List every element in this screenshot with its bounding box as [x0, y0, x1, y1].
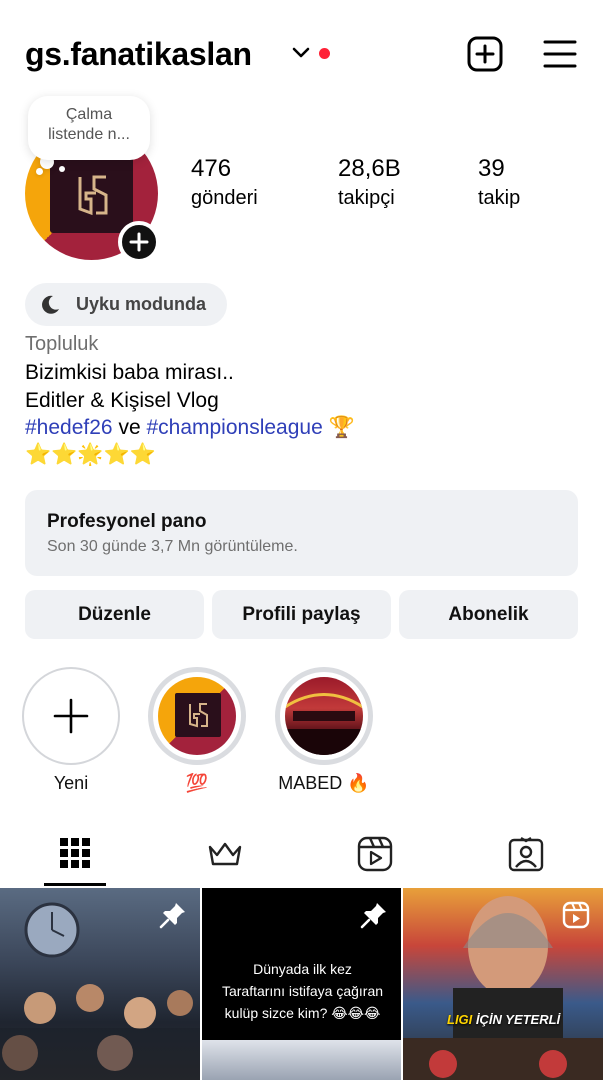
stat-posts[interactable]: 476 gönderi — [191, 155, 258, 210]
overlay-rest: İÇİN YETERLİ — [472, 1012, 561, 1027]
reels-badge-icon — [562, 901, 590, 929]
highlight-ring — [275, 667, 373, 765]
active-tab-indicator — [44, 883, 106, 886]
profile-category: Topluluk — [25, 333, 99, 355]
post-caption-overlay: Dünyada ilk kez Taraftarını istifaya çağ… — [202, 958, 401, 1024]
bio-line-3: #hedef26 ve #championsleague 🏆 — [25, 416, 355, 440]
edit-profile-button[interactable]: Düzenle — [25, 590, 204, 639]
bio-line-2: Editler & Kişisel Vlog — [25, 389, 219, 412]
stat-followers[interactable]: 28,6B takipçi — [338, 155, 401, 210]
stat-following-count: 39 — [478, 155, 505, 182]
stat-posts-label: gönderi — [191, 187, 258, 209]
highlight-label: MABED 🔥 — [278, 773, 370, 793]
tab-tagged[interactable] — [450, 827, 600, 887]
stat-followers-count: 28,6B — [338, 155, 401, 182]
status-pill[interactable]: Uyku modunda — [25, 283, 227, 326]
create-post-icon[interactable] — [467, 36, 503, 72]
bio-line-1: Bizimkisi baba mirası.. — [25, 361, 234, 384]
tab-reels[interactable] — [300, 827, 450, 887]
plus-icon — [53, 698, 89, 734]
trophy-emoji: 🏆 — [328, 416, 355, 439]
highlight-100[interactable]: 💯 — [148, 667, 246, 793]
add-story-icon[interactable] — [118, 221, 160, 263]
pin-icon — [360, 903, 386, 929]
highlight-cover — [285, 677, 363, 755]
stat-posts-count: 476 — [191, 155, 232, 182]
note-bubble[interactable]: Çalma listende n... — [28, 96, 150, 160]
post-thumbnail[interactable]: Dünyada ilk kez Taraftarını istifaya çağ… — [202, 888, 401, 1080]
caption-line: Dünyada ilk kez — [253, 961, 352, 977]
reel-overlay-text: LIGI İÇİN YETERLİ — [447, 1012, 560, 1027]
caption-line: Taraftarını istifaya çağıran — [221, 983, 384, 999]
note-tail-small — [36, 168, 43, 175]
moon-icon — [42, 295, 59, 314]
tagged-icon — [508, 836, 544, 872]
bio-stars: ⭐⭐🌟⭐⭐ — [25, 443, 156, 466]
highlight-ring — [148, 667, 246, 765]
stat-followers-label: takipçi — [338, 187, 395, 209]
pin-icon — [159, 903, 185, 929]
highlight-mabed[interactable]: MABED 🔥 — [275, 667, 373, 793]
notification-dot — [319, 48, 330, 59]
pro-dashboard-title: Profesyonel pano — [47, 511, 207, 532]
post-bottom-image — [202, 1040, 401, 1080]
new-highlight-ring — [22, 667, 120, 765]
stat-following-label: takip — [478, 187, 521, 209]
professional-dashboard[interactable]: Profesyonel pano Son 30 günde 3,7 Mn gör… — [25, 490, 578, 576]
share-profile-button[interactable]: Profili paylaş — [212, 590, 391, 639]
note-text: Çalma listende n... — [48, 106, 130, 143]
bio-connector: ve — [118, 416, 141, 439]
post-thumbnail[interactable] — [0, 888, 200, 1080]
subscription-button[interactable]: Abonelik — [399, 590, 578, 639]
hashtag-link[interactable]: #championsleague — [146, 416, 322, 439]
highlight-new[interactable]: Yeni — [22, 667, 120, 793]
hashtag-link[interactable]: #hedef26 — [25, 416, 113, 439]
username-switcher[interactable]: gs.fanatikaslan — [25, 36, 252, 73]
tab-posts[interactable] — [0, 827, 150, 887]
overlay-highlight: LIGI — [447, 1012, 473, 1027]
hamburger-menu-icon[interactable] — [543, 39, 577, 69]
pro-dashboard-subtitle: Son 30 günde 3,7 Mn görüntüleme. — [47, 538, 298, 555]
status-label: Uyku modunda — [76, 294, 207, 314]
chevron-down-icon[interactable] — [292, 46, 310, 60]
reels-icon — [357, 836, 393, 872]
highlight-cover — [158, 677, 236, 755]
tab-subscriptions[interactable] — [150, 827, 300, 887]
post-thumbnail[interactable]: LIGI İÇİN YETERLİ — [403, 888, 603, 1080]
stat-following[interactable]: 39 takip — [478, 155, 520, 210]
caption-line: kulüp sizce kim? 😂😂😂 — [224, 1005, 381, 1021]
crown-icon — [208, 842, 242, 866]
profile-header: gs.fanatikaslan — [0, 0, 603, 110]
profile-tabs — [0, 827, 603, 887]
grid-icon — [60, 838, 90, 868]
gs-logo — [50, 155, 133, 233]
